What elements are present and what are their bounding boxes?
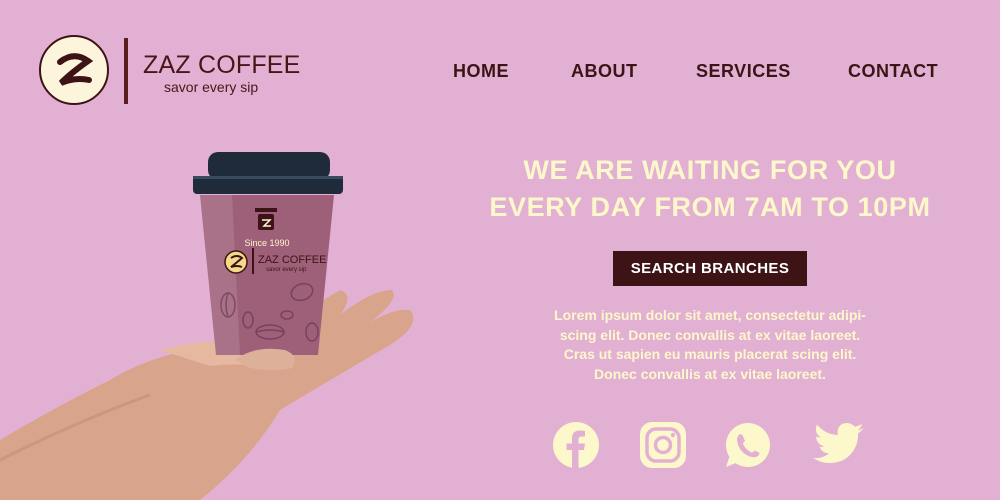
cup-brand-text: ZAZ COFFEE xyxy=(258,254,326,266)
cup-tagline-text: savor every sip xyxy=(266,267,307,273)
description-line: Donec convallis at ex vitae laoreet. xyxy=(594,365,826,382)
nav-services[interactable]: SERVICES xyxy=(696,62,791,80)
brand-name: ZAZ COFFEE xyxy=(143,51,301,79)
whatsapp-icon[interactable] xyxy=(724,421,772,469)
search-branches-button[interactable]: SEARCH BRANCHES xyxy=(613,251,807,286)
hero-headline-line1: WE ARE WAITING FOR YOU xyxy=(523,155,897,185)
description-line: Cras ut sapien eu mauris placerat scing … xyxy=(563,346,857,362)
logo-divider xyxy=(124,38,128,104)
facebook-icon[interactable] xyxy=(552,421,600,469)
hero-description: Lorem ipsum dolor sit amet, consectetur … xyxy=(508,306,912,384)
hero-headline-line2: EVERY DAY FROM 7AM TO 10PM xyxy=(489,192,931,222)
nav-home[interactable]: HOME xyxy=(453,62,509,80)
nav-about[interactable]: ABOUT xyxy=(571,62,638,80)
description-line: Lorem ipsum dolor sit amet, consectetur … xyxy=(554,307,866,323)
cup-since-text: Since 1990 xyxy=(244,238,289,248)
nav-contact[interactable]: CONTACT xyxy=(848,62,938,80)
cup-lid-top xyxy=(208,152,330,180)
hero-cup-image: Since 1990 ZAZ COFFEE savor every sip xyxy=(0,152,414,500)
logo[interactable] xyxy=(39,35,109,105)
description-line: scing elit. Donec convallis at ex vitae … xyxy=(559,326,861,343)
instagram-icon[interactable] xyxy=(639,421,687,469)
logo-z-icon xyxy=(57,53,94,86)
twitter-icon[interactable] xyxy=(812,421,866,469)
hand-shape xyxy=(0,290,414,500)
hero-headline: WE ARE WAITING FOR YOU EVERY DAY FROM 7A… xyxy=(455,152,965,226)
brand-tagline: savor every sip xyxy=(164,79,259,95)
